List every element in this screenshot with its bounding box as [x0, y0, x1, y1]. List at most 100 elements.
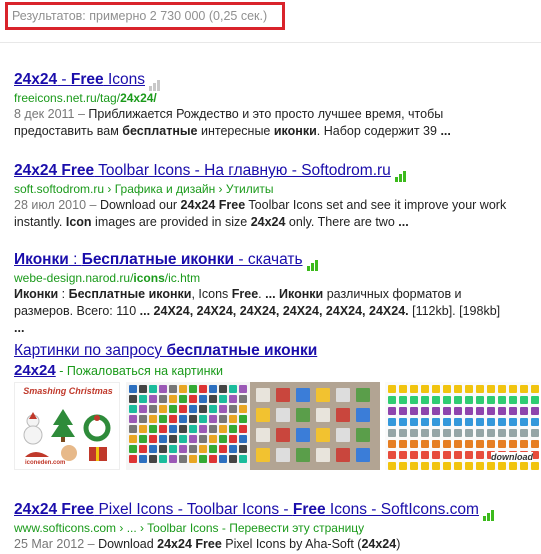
image-thumbnail[interactable]: download [385, 382, 539, 470]
page-rank-icon [306, 251, 323, 271]
icon-grid-cell [149, 435, 157, 443]
icon-grid-cell [399, 418, 407, 426]
icon-grid-cell [209, 425, 217, 433]
icon-grid-cell [487, 429, 495, 437]
icon-grid-cell [239, 425, 247, 433]
result-url: www.softicons.com › ... › Toolbar Icons … [14, 520, 534, 536]
title-text: Icons - SoftIcons.com [325, 501, 479, 518]
icon-grid-cell [276, 448, 290, 462]
icon-grid-cell [159, 395, 167, 403]
icon-grid-cell [219, 445, 227, 453]
icon-grid-cell [410, 418, 418, 426]
icon-grid-cell [209, 435, 217, 443]
result-link[interactable]: 24x24 Free Toolbar Icons - На главную - … [14, 162, 391, 179]
icon-grid-cell [159, 455, 167, 463]
icon-grid-cell [531, 385, 539, 393]
title-text: Icons [103, 71, 145, 88]
icon-grid-cell [219, 415, 227, 423]
icon-grid-cell [443, 418, 451, 426]
icon-grid-cell [476, 407, 484, 415]
icon-grid-cell [336, 408, 350, 422]
icon-grid-cell [229, 385, 237, 393]
icon-grid-cell [159, 405, 167, 413]
result-link[interactable]: 24x24 Free Pixel Icons - Toolbar Icons -… [14, 501, 479, 518]
icon-grid-cell [316, 408, 330, 422]
icon-grid-cell [179, 415, 187, 423]
icon-grid-cell [509, 418, 517, 426]
icon-grid-cell [316, 388, 330, 402]
icon-grid-cell [199, 415, 207, 423]
report-images-link[interactable]: - Пожаловаться на картинки [56, 364, 223, 378]
icon-grid-cell [139, 445, 147, 453]
icon-grid-cell [149, 385, 157, 393]
url-text: webe-design.narod.ru/ [14, 271, 134, 285]
icon-grid-cell [336, 448, 350, 462]
title-bold: 24x24 [14, 71, 58, 88]
icon-grid-cell [388, 385, 396, 393]
icon-grid-cell [139, 435, 147, 443]
icon-grid-cell [476, 418, 484, 426]
title-text: : [68, 251, 82, 268]
image-results-link[interactable]: Картинки по запросу бесплатные иконки [14, 342, 317, 359]
icon-grid-cell [399, 440, 407, 448]
icon-grid-cell [149, 445, 157, 453]
thumbnail-caption: download [491, 452, 533, 462]
snippet-bold: 24x24 Free [157, 537, 222, 551]
icon-grid-cell [454, 429, 462, 437]
snippet-bold: Icon [65, 215, 92, 229]
icon-grid-cell [454, 396, 462, 404]
icon-grid-cell [388, 418, 396, 426]
result-snippet: 28 июл 2010 – Download our 24x24 Free To… [14, 197, 528, 231]
icon-grid-cell [509, 462, 517, 470]
icon-grid-cell [509, 407, 517, 415]
icon-grid-cell [509, 385, 517, 393]
icon-grid-cell [356, 428, 370, 442]
icon-grid-cell [498, 462, 506, 470]
image-results-title: Картинки по запросу бесплатные иконки [14, 341, 534, 361]
thumbnail-footer: iconeden.com [25, 460, 66, 466]
translate-page-link[interactable]: Перевести эту страницу [229, 521, 364, 535]
icon-grid-cell [199, 425, 207, 433]
title-bold: Иконки [14, 251, 69, 268]
icon-grid-cell [129, 415, 137, 423]
icon-grid-cell [229, 425, 237, 433]
image-thumbnail[interactable] [250, 382, 380, 470]
icon-grid-cell [388, 396, 396, 404]
icon-grid-cell [388, 429, 396, 437]
icon-grid-cell [410, 451, 418, 459]
icon-grid-cell [199, 405, 207, 413]
icon-grid-cell [443, 385, 451, 393]
icon-grid-cell [159, 425, 167, 433]
icon-grid-cell [256, 428, 270, 442]
result-date: 8 дек 2011 – [14, 107, 85, 121]
icon-grid-cell [531, 418, 539, 426]
icon-grid-cell [229, 455, 237, 463]
icon-grid-cell [169, 385, 177, 393]
result-snippet: Иконки : Бесплатные иконки, Icons Free. … [14, 286, 504, 337]
result-title: 24x24 Free Pixel Icons - Toolbar Icons -… [14, 500, 534, 521]
icon-grid-cell [531, 396, 539, 404]
result-date: 25 Mar 2012 – [14, 537, 95, 551]
image-size-link[interactable]: 24x24 [14, 362, 56, 379]
result-link[interactable]: Иконки : Бесплатные иконки - скачать [14, 251, 303, 268]
snippet-text: , Icons [191, 287, 232, 301]
icon-grid-cell [531, 462, 539, 470]
icon-grid-cell [454, 462, 462, 470]
snippet-bold: 24x24 Free [180, 198, 246, 212]
icon-grid-cell [219, 395, 227, 403]
icon-grid-cell [139, 385, 147, 393]
icon-grid-cell [169, 415, 177, 423]
image-thumbnail[interactable] [126, 382, 250, 470]
icon-grid-cell [443, 396, 451, 404]
result-link[interactable]: 24x24 - Free Icons [14, 71, 145, 88]
icon-grid-cell [410, 462, 418, 470]
icon-grid-cell [399, 407, 407, 415]
image-thumbnail[interactable]: Smashing Christmas iconeden.com [14, 382, 120, 470]
icon-grid-cell [219, 425, 227, 433]
icon-grid-cell [179, 455, 187, 463]
icon-grid-cell [443, 462, 451, 470]
icon-grid-cell [239, 455, 247, 463]
snippet-text: : [58, 287, 69, 301]
icon-grid-cell [276, 388, 290, 402]
icon-grid-cell [487, 407, 495, 415]
